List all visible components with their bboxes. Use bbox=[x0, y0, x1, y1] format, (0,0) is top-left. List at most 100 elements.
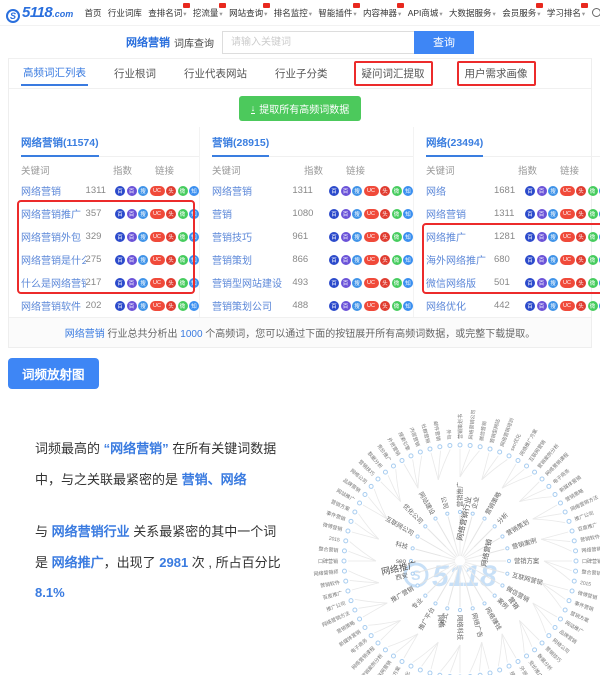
zhihu-icon[interactable]: 知 bbox=[403, 186, 413, 196]
toutiao-icon[interactable]: 头 bbox=[380, 301, 390, 311]
nav-item-查排名词[interactable]: 查排名词▾ bbox=[148, 7, 186, 19]
wechat-icon[interactable]: 微 bbox=[588, 232, 598, 242]
baidu-pc-icon[interactable]: 百 bbox=[115, 232, 125, 242]
nav-item-首页[interactable]: 首页 bbox=[84, 7, 101, 19]
tab-疑问词汇提取[interactable]: 疑问词汇提取 bbox=[354, 61, 433, 86]
nav-item-行业词库[interactable]: 行业词库 bbox=[108, 7, 142, 19]
uc-shenma-icon[interactable]: UC bbox=[560, 186, 575, 196]
uc-shenma-icon[interactable]: UC bbox=[150, 278, 165, 288]
highlighted-term[interactable]: “网络营销” bbox=[104, 441, 169, 456]
keyword-link[interactable]: 营销策划公司 bbox=[212, 298, 292, 313]
baidu-mobile-icon[interactable]: 百 bbox=[537, 232, 547, 242]
baidu-mobile-icon[interactable]: 百 bbox=[341, 186, 351, 196]
wechat-icon[interactable]: 微 bbox=[392, 209, 402, 219]
keyword-link[interactable]: 营销型网站建设 bbox=[212, 275, 292, 290]
uc-shenma-icon[interactable]: UC bbox=[150, 301, 165, 311]
keyword-link[interactable]: 网络优化 bbox=[426, 298, 494, 313]
so360-icon[interactable]: 搜 bbox=[548, 255, 558, 265]
keyword-link[interactable]: 营销技巧 bbox=[212, 229, 292, 244]
wechat-icon[interactable]: 微 bbox=[588, 186, 598, 196]
keyword-link[interactable]: 网络营销是什么 bbox=[21, 252, 86, 267]
so360-icon[interactable]: 搜 bbox=[138, 255, 148, 265]
wechat-icon[interactable]: 微 bbox=[588, 209, 598, 219]
toutiao-icon[interactable]: 头 bbox=[380, 186, 390, 196]
baidu-mobile-icon[interactable]: 百 bbox=[127, 209, 137, 219]
nav-item-网站查询[interactable]: 网站查询▾ bbox=[229, 7, 267, 19]
zhihu-icon[interactable]: 知 bbox=[189, 186, 199, 196]
so360-icon[interactable]: 搜 bbox=[352, 232, 362, 242]
so360-icon[interactable]: 搜 bbox=[352, 255, 362, 265]
wechat-icon[interactable]: 微 bbox=[392, 232, 402, 242]
keyword-link[interactable]: 网络营销 bbox=[21, 183, 86, 198]
baidu-pc-icon[interactable]: 百 bbox=[329, 209, 339, 219]
toutiao-icon[interactable]: 头 bbox=[576, 186, 586, 196]
wechat-icon[interactable]: 微 bbox=[178, 186, 188, 196]
toutiao-icon[interactable]: 头 bbox=[380, 255, 390, 265]
keyword-link[interactable]: 网络营销软件 bbox=[21, 298, 86, 313]
keyword-link[interactable]: 微信网络版 bbox=[426, 275, 494, 290]
baidu-mobile-icon[interactable]: 百 bbox=[341, 209, 351, 219]
uc-shenma-icon[interactable]: UC bbox=[560, 301, 575, 311]
nav-item-学习排名[interactable]: 学习排名▾ bbox=[547, 7, 585, 19]
wechat-icon[interactable]: 微 bbox=[588, 278, 598, 288]
toutiao-icon[interactable]: 头 bbox=[576, 232, 586, 242]
zhihu-icon[interactable]: 知 bbox=[189, 209, 199, 219]
baidu-pc-icon[interactable]: 百 bbox=[115, 209, 125, 219]
column-title[interactable]: 营销(28915) bbox=[212, 135, 269, 157]
uc-shenma-icon[interactable]: UC bbox=[364, 186, 379, 196]
so360-icon[interactable]: 搜 bbox=[352, 278, 362, 288]
baidu-pc-icon[interactable]: 百 bbox=[115, 186, 125, 196]
wechat-icon[interactable]: 微 bbox=[178, 255, 188, 265]
baidu-mobile-icon[interactable]: 百 bbox=[537, 209, 547, 219]
toutiao-icon[interactable]: 头 bbox=[166, 301, 176, 311]
nav-item-挖流量[interactable]: 挖流量▾ bbox=[193, 7, 223, 19]
keyword-search-input[interactable] bbox=[222, 31, 414, 54]
nav-item-会员服务[interactable]: 会员服务▾ bbox=[502, 7, 540, 19]
uc-shenma-icon[interactable]: UC bbox=[150, 209, 165, 219]
baidu-mobile-icon[interactable]: 百 bbox=[127, 186, 137, 196]
so360-icon[interactable]: 搜 bbox=[352, 186, 362, 196]
baidu-pc-icon[interactable]: 百 bbox=[329, 232, 339, 242]
uc-shenma-icon[interactable]: UC bbox=[150, 255, 165, 265]
tab-高频词汇列表[interactable]: 高频词汇列表 bbox=[21, 61, 88, 86]
keyword-link[interactable]: 什么是网络营销 bbox=[21, 275, 86, 290]
toutiao-icon[interactable]: 头 bbox=[166, 232, 176, 242]
keyword-link[interactable]: 海外网络推广 bbox=[426, 252, 494, 267]
zhihu-icon[interactable]: 知 bbox=[189, 301, 199, 311]
tab-行业代表网站[interactable]: 行业代表网站 bbox=[182, 62, 249, 85]
uc-shenma-icon[interactable]: UC bbox=[560, 209, 575, 219]
baidu-pc-icon[interactable]: 百 bbox=[525, 186, 535, 196]
zhihu-icon[interactable]: 知 bbox=[189, 278, 199, 288]
uc-shenma-icon[interactable]: UC bbox=[150, 186, 165, 196]
highlighted-term[interactable]: 网络营销行业 bbox=[52, 524, 130, 539]
toutiao-icon[interactable]: 头 bbox=[166, 278, 176, 288]
keyword-link[interactable]: 营销 bbox=[212, 206, 292, 221]
zhihu-icon[interactable]: 知 bbox=[189, 255, 199, 265]
baidu-mobile-icon[interactable]: 百 bbox=[341, 278, 351, 288]
so360-icon[interactable]: 搜 bbox=[352, 301, 362, 311]
baidu-pc-icon[interactable]: 百 bbox=[525, 278, 535, 288]
so360-icon[interactable]: 搜 bbox=[138, 186, 148, 196]
so360-icon[interactable]: 搜 bbox=[548, 186, 558, 196]
uc-shenma-icon[interactable]: UC bbox=[364, 255, 379, 265]
toutiao-icon[interactable]: 头 bbox=[380, 232, 390, 242]
toutiao-icon[interactable]: 头 bbox=[166, 209, 176, 219]
baidu-pc-icon[interactable]: 百 bbox=[525, 209, 535, 219]
baidu-mobile-icon[interactable]: 百 bbox=[127, 255, 137, 265]
uc-shenma-icon[interactable]: UC bbox=[364, 278, 379, 288]
toutiao-icon[interactable]: 头 bbox=[380, 278, 390, 288]
zhihu-icon[interactable]: 知 bbox=[403, 255, 413, 265]
nav-item-智能插件[interactable]: 智能插件▾ bbox=[318, 7, 356, 19]
baidu-pc-icon[interactable]: 百 bbox=[329, 186, 339, 196]
query-button[interactable]: 查询 bbox=[414, 31, 474, 54]
nav-item-API商城[interactable]: API商城▾ bbox=[408, 7, 443, 19]
highlighted-term[interactable]: 1000 bbox=[180, 329, 202, 340]
highlighted-term[interactable]: 8.1% bbox=[35, 585, 65, 600]
baidu-mobile-icon[interactable]: 百 bbox=[127, 301, 137, 311]
baidu-mobile-icon[interactable]: 百 bbox=[341, 232, 351, 242]
wechat-icon[interactable]: 微 bbox=[392, 186, 402, 196]
uc-shenma-icon[interactable]: UC bbox=[560, 278, 575, 288]
keyword-link[interactable]: 网络 bbox=[426, 183, 494, 198]
wechat-icon[interactable]: 微 bbox=[588, 255, 598, 265]
column-title[interactable]: 网络(23494) bbox=[426, 135, 483, 157]
